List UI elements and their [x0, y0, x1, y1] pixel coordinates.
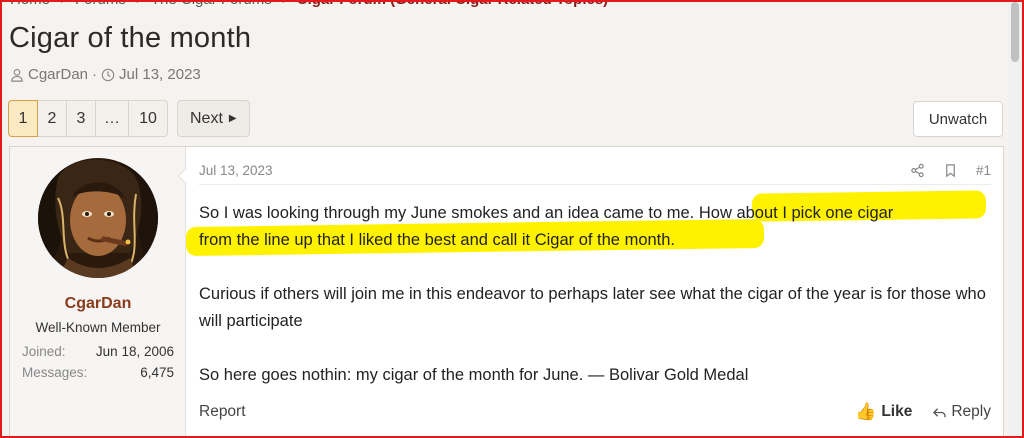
breadcrumb-cigar-forum-general[interactable]: Cigar Forum (General Cigar Related Topic… [297, 0, 608, 8]
thread-meta: CgarDan · Jul 13, 2023 [10, 66, 201, 83]
scrollbar[interactable] [1008, 2, 1022, 436]
thread-author[interactable]: CgarDan [28, 66, 88, 83]
avatar[interactable] [38, 158, 158, 278]
breadcrumb: Home › Forums › The Cigar Forums › Cigar Fo… [10, 0, 608, 8]
bookmark-icon[interactable] [943, 163, 958, 178]
post-paragraph: Curious if others will join me in this e… [199, 285, 986, 330]
like-button[interactable]: 👍 Like [855, 402, 912, 422]
stat-label: Joined: [22, 344, 66, 359]
clock-icon [101, 68, 115, 81]
breadcrumb-cigar-forums[interactable]: The Cigar Forums [151, 0, 272, 8]
page-title: Cigar of the month [9, 22, 252, 54]
report-link[interactable]: Report [199, 403, 246, 421]
post-text: So I was looking through my June smokes … [199, 204, 695, 222]
stat-value: 6,475 [140, 365, 174, 380]
post-footer: Report 👍 Like Reply [199, 400, 991, 424]
breadcrumb-separator: › [282, 0, 287, 8]
unwatch-button[interactable]: Unwatch [913, 101, 1003, 137]
breadcrumb-separator: › [136, 0, 141, 8]
share-icon[interactable] [910, 163, 925, 178]
reply-label: Reply [951, 403, 991, 420]
page-2-button[interactable]: 2 [37, 100, 67, 137]
stat-joined: Joined: Jun 18, 2006 [22, 344, 174, 359]
page-3-button[interactable]: 3 [66, 100, 96, 137]
breadcrumb-home[interactable]: Home [10, 0, 50, 8]
scrollbar-thumb[interactable] [1011, 2, 1019, 62]
post-username[interactable]: CgarDan [10, 295, 186, 313]
meta-separator: · [92, 66, 98, 83]
post-message: CgarDan Well-Known Member Joined: Jun 18… [9, 146, 1004, 438]
stat-value: Jun 18, 2006 [95, 344, 174, 359]
stat-label: Messages: [22, 365, 88, 380]
post-footer-actions: 👍 Like Reply [855, 402, 991, 422]
pagination: 1 2 3 … 10 Next ▶ [8, 100, 250, 137]
breadcrumb-forums[interactable]: Forums [75, 0, 126, 8]
like-label: Like [881, 403, 913, 420]
post-paragraph: So here goes nothin: my cigar of the mon… [199, 366, 749, 384]
thumbs-up-icon: 👍 [855, 402, 877, 421]
reply-button[interactable]: Reply [932, 403, 991, 421]
post-date[interactable]: Jul 13, 2023 [199, 163, 273, 178]
post-user-panel: CgarDan Well-Known Member Joined: Jun 18… [10, 147, 186, 438]
page-10-button[interactable]: 10 [128, 100, 168, 137]
highlighted-text: from the line up that I liked the best a… [199, 231, 676, 249]
user-icon [11, 68, 23, 82]
page-1-button[interactable]: 1 [8, 100, 38, 137]
post-header: Jul 13, 2023 #1 [199, 157, 991, 185]
stat-messages: Messages: 6,475 [22, 365, 174, 380]
post-paragraph: So I was looking through my June smokes … [199, 200, 999, 254]
breadcrumb-separator: › [60, 0, 65, 8]
post-body: So I was looking through my June smokes … [199, 200, 999, 416]
page-jump-ellipsis[interactable]: … [95, 100, 129, 137]
post-actions: #1 [910, 163, 991, 178]
caret-right-icon: ▶ [228, 113, 237, 124]
highlighted-text: How about I pick one cigar [694, 204, 894, 222]
reply-arrow-icon [933, 407, 947, 417]
next-page-button[interactable]: Next ▶ [177, 100, 250, 137]
post-number[interactable]: #1 [976, 163, 991, 178]
user-title: Well-Known Member [35, 320, 161, 335]
next-label: Next [190, 109, 223, 127]
thread-date[interactable]: Jul 13, 2023 [119, 66, 201, 83]
